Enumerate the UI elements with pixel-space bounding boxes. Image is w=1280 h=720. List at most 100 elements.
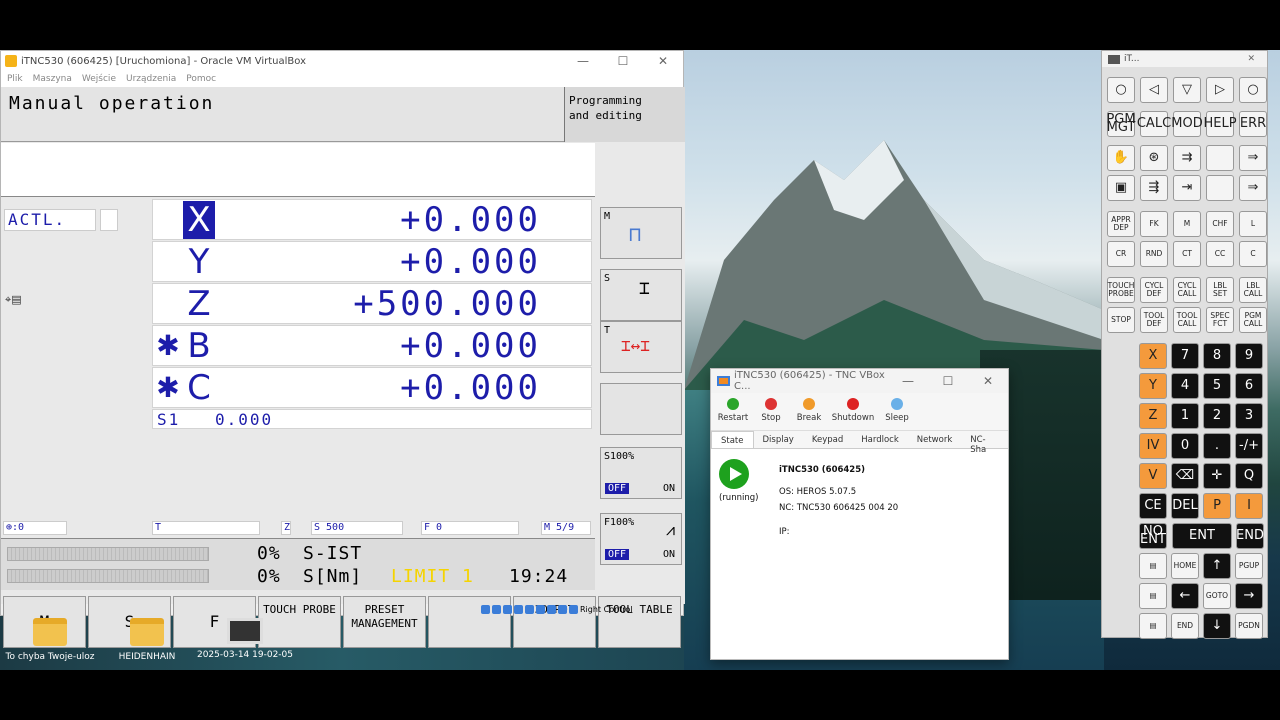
maximize-button[interactable]: ☐: [603, 54, 643, 68]
key-rnd[interactable]: RND: [1140, 241, 1168, 267]
minimize-button[interactable]: —: [563, 54, 603, 68]
key-1[interactable]: 1: [1171, 403, 1199, 429]
key-l[interactable]: L: [1239, 211, 1267, 237]
key-2[interactable]: 2: [1203, 403, 1231, 429]
key-z[interactable]: Z: [1139, 403, 1167, 429]
keypad-close-button[interactable]: ✕: [1247, 54, 1267, 64]
tab-nc-share[interactable]: NC-Sha: [961, 431, 1008, 455]
key-cycl-call[interactable]: CYCL CALL: [1173, 277, 1201, 303]
key-appr-dep[interactable]: APPR DEP: [1107, 211, 1135, 237]
restart-button[interactable]: Restart: [717, 397, 749, 426]
key-r3c4[interactable]: ⇒: [1239, 175, 1267, 201]
key-cr[interactable]: CR: [1107, 241, 1135, 267]
menu-plik[interactable]: Plik: [7, 74, 23, 84]
desktop-icon-video[interactable]: 2025-03-14 19-02-05: [195, 618, 295, 660]
key-del[interactable]: DEL: [1171, 493, 1199, 519]
key-end[interactable]: END: [1236, 523, 1264, 549]
key-r12c1[interactable]: ⌫: [1171, 463, 1199, 489]
sleep-button[interactable]: Sleep: [881, 397, 913, 426]
desktop-icon-folder-1[interactable]: To chyba Twoje-uloz: [0, 618, 100, 662]
key-calc[interactable]: CALC: [1137, 111, 1171, 137]
key-r16c0[interactable]: ▤: [1139, 583, 1167, 609]
key-pgm-mgt[interactable]: PGM MGT: [1106, 111, 1136, 137]
key-r3c2[interactable]: ⇥: [1173, 175, 1201, 201]
tab-hardlock[interactable]: Hardlock: [852, 431, 908, 448]
ctrl-maximize-button[interactable]: ☐: [928, 374, 968, 388]
key-lbl-call[interactable]: LBL CALL: [1239, 277, 1267, 303]
key-err[interactable]: ERR: [1239, 111, 1267, 137]
shutdown-button[interactable]: Shutdown: [831, 397, 875, 426]
key-fk[interactable]: FK: [1140, 211, 1168, 237]
menu-pomoc[interactable]: Pomoc: [186, 74, 216, 84]
key-r3c0[interactable]: ▣: [1107, 175, 1135, 201]
key-chf[interactable]: CHF: [1206, 211, 1234, 237]
key-r0c0[interactable]: ○: [1107, 77, 1135, 103]
key-r17c2[interactable]: ↓: [1203, 613, 1231, 639]
key-r2c3[interactable]: [1206, 145, 1234, 171]
feed-override-softkey[interactable]: F100% ⩘ OFF ON: [600, 513, 682, 565]
key-r15c2[interactable]: ↑: [1203, 553, 1231, 579]
spindle-override-on[interactable]: ON: [663, 483, 675, 494]
ctrl-titlebar[interactable]: iTNC530 (606425) - TNC VBox C... — ☐ ✕: [711, 369, 1008, 393]
key-stop[interactable]: STOP: [1107, 307, 1135, 333]
menu-maszyna[interactable]: Maszyna: [33, 74, 72, 84]
key-pgm-call[interactable]: PGM CALL: [1239, 307, 1267, 333]
close-button[interactable]: ✕: [643, 54, 683, 68]
key-7[interactable]: 7: [1171, 343, 1199, 369]
tab-display[interactable]: Display: [754, 431, 803, 448]
key-4[interactable]: 4: [1171, 373, 1199, 399]
desktop-icon-heidenhain[interactable]: HEIDENHAIN: [97, 618, 197, 662]
key-r11c2[interactable]: .: [1203, 433, 1231, 459]
keypad-titlebar[interactable]: iT... ✕: [1102, 51, 1267, 67]
key-mod[interactable]: MOD: [1171, 111, 1203, 137]
actl-display-mode[interactable]: ACTL.: [4, 209, 96, 231]
key-r0c3[interactable]: ▷: [1206, 77, 1234, 103]
key-no-ent[interactable]: NO ENT: [1139, 523, 1167, 549]
key-x[interactable]: X: [1139, 343, 1167, 369]
key-i[interactable]: I: [1235, 493, 1263, 519]
key-r0c1[interactable]: ◁: [1140, 77, 1168, 103]
key-pgdn[interactable]: PGDN: [1235, 613, 1263, 639]
key-goto[interactable]: GOTO: [1203, 583, 1231, 609]
key-cycl-def[interactable]: CYCL DEF: [1140, 277, 1168, 303]
key-r16c1[interactable]: ←: [1171, 583, 1199, 609]
key-6[interactable]: 6: [1235, 373, 1263, 399]
key-r3c3[interactable]: [1206, 175, 1234, 201]
key-r16c3[interactable]: →: [1235, 583, 1263, 609]
vbox-titlebar[interactable]: iTNC530 (606425) [Uruchomiona] - Oracle …: [1, 51, 683, 71]
key-home[interactable]: HOME: [1171, 553, 1199, 579]
key-r2c2[interactable]: ⇉: [1173, 145, 1201, 171]
key-pgup[interactable]: PGUP: [1235, 553, 1263, 579]
key-ct[interactable]: CT: [1173, 241, 1201, 267]
key-r15c0[interactable]: ▤: [1139, 553, 1167, 579]
key-spec-fct[interactable]: SPEC FCT: [1206, 307, 1234, 333]
key-5[interactable]: 5: [1203, 373, 1231, 399]
key-r2c1[interactable]: ⊛: [1140, 145, 1168, 171]
key-r3c1[interactable]: ⇶: [1140, 175, 1168, 201]
ctrl-minimize-button[interactable]: —: [888, 374, 928, 388]
key-v[interactable]: V: [1139, 463, 1167, 489]
key-r12c2[interactable]: ✛: [1203, 463, 1231, 489]
key-9[interactable]: 9: [1235, 343, 1263, 369]
feed-override-on[interactable]: ON: [663, 549, 675, 560]
key-cc[interactable]: CC: [1206, 241, 1234, 267]
key-touch-probe[interactable]: TOUCH PROBE: [1107, 277, 1135, 303]
key-tool-call[interactable]: TOOL CALL: [1173, 307, 1201, 333]
menu-wejscie[interactable]: Wejście: [82, 74, 116, 84]
key-r11c3[interactable]: -/+: [1235, 433, 1263, 459]
spindle-override-off[interactable]: OFF: [605, 483, 630, 494]
tab-state[interactable]: State: [711, 431, 754, 448]
key-tool-def[interactable]: TOOL DEF: [1140, 307, 1168, 333]
key-end[interactable]: END: [1171, 613, 1199, 639]
softkey-t[interactable]: T ⌶↔⌶: [600, 321, 682, 373]
key-0[interactable]: 0: [1171, 433, 1199, 459]
softkey-m[interactable]: M ⊓: [600, 207, 682, 259]
key-3[interactable]: 3: [1235, 403, 1263, 429]
key-r2c0[interactable]: ✋: [1107, 145, 1135, 171]
key-iv[interactable]: IV: [1139, 433, 1167, 459]
softkey-empty[interactable]: [600, 383, 682, 435]
key-r17c0[interactable]: ▤: [1139, 613, 1167, 639]
key-m[interactable]: M: [1173, 211, 1201, 237]
spindle-override-softkey[interactable]: S100% OFF ON: [600, 447, 682, 499]
key-q[interactable]: Q: [1235, 463, 1263, 489]
